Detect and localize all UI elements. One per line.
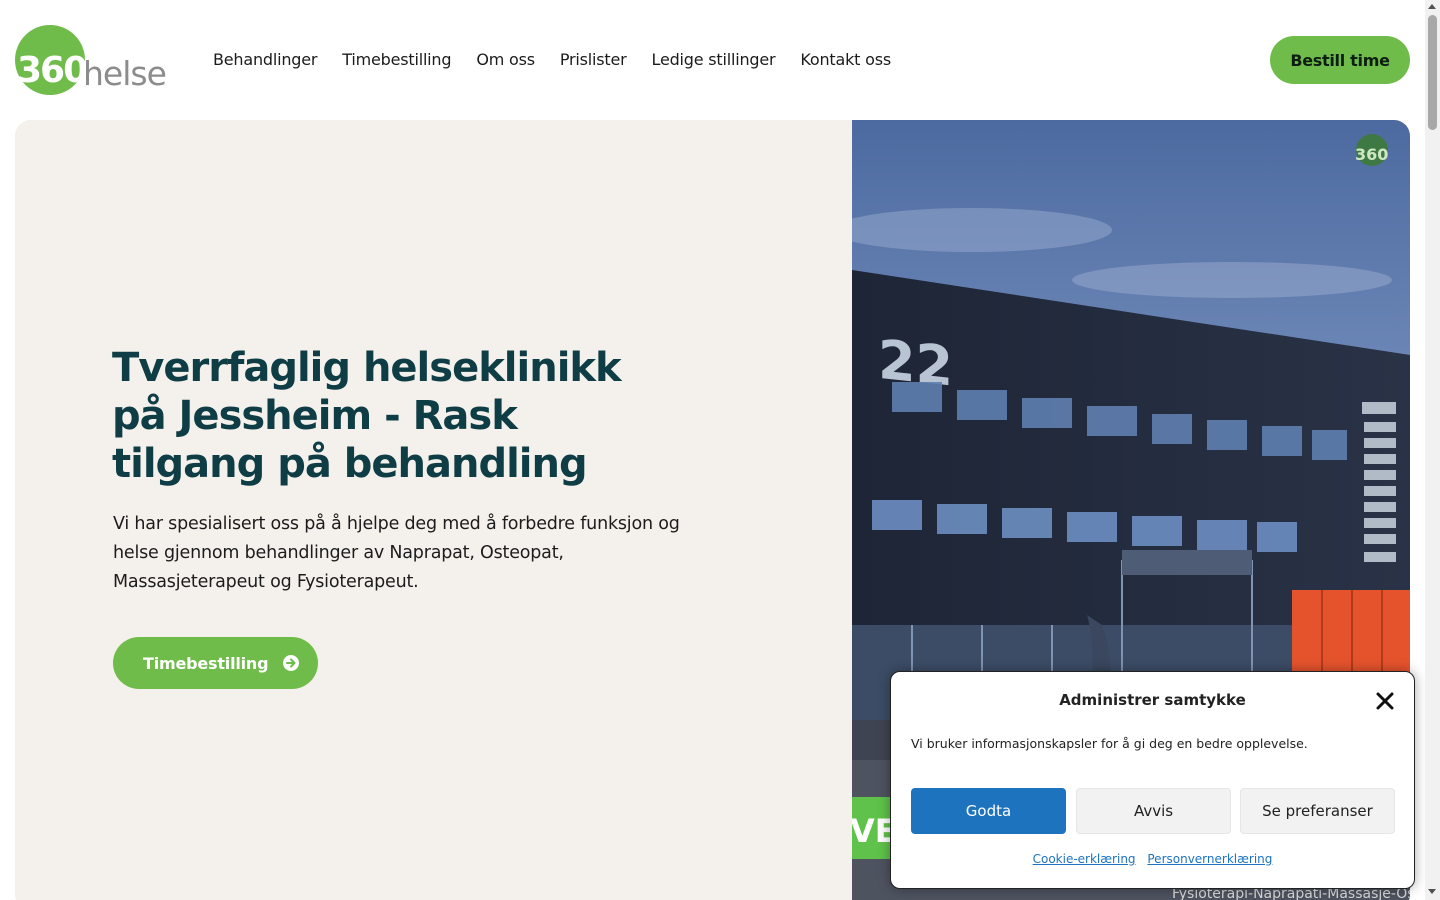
privacy-statement-link[interactable]: Personvernerklæring — [1147, 852, 1272, 866]
main-nav: Behandlinger Timebestilling Om oss Prisl… — [213, 49, 916, 71]
preferences-button[interactable]: Se preferanser — [1240, 788, 1395, 834]
book-appointment-button[interactable]: Bestill time — [1270, 36, 1410, 84]
nav-item-behandlinger[interactable]: Behandlinger — [213, 49, 317, 71]
hero-description: Vi har spesialisert oss på å hjelpe deg … — [113, 514, 680, 592]
deny-button[interactable]: Avvis — [1076, 788, 1231, 834]
nav-item-ledige-stillinger[interactable]: Ledige stillinger — [652, 49, 776, 71]
nav-item-om-oss[interactable]: Om oss — [476, 49, 535, 71]
page-scrollbar[interactable] — [1425, 0, 1440, 900]
arrow-circle-right-icon — [283, 655, 300, 671]
close-icon[interactable] — [1375, 691, 1395, 711]
cookie-message: Vi bruker informasjonskapsler for å gi d… — [911, 736, 1308, 751]
photo-logo-number: 360 — [1355, 145, 1388, 164]
nav-item-kontakt-oss[interactable]: Kontakt oss — [800, 49, 891, 71]
cookie-statement-link[interactable]: Cookie-erklæring — [1033, 852, 1136, 866]
accept-button[interactable]: Godta — [911, 788, 1066, 834]
logo-number: 360 — [17, 50, 87, 91]
timebestilling-button[interactable]: Timebestilling — [113, 637, 318, 689]
hero-title: Tverrfaglig helseklinikk på Jessheim - R… — [112, 345, 622, 487]
scrollbar-thumb[interactable] — [1428, 15, 1437, 130]
cookie-consent-dialog: Administrer samtykke Vi bruker informasj… — [890, 671, 1415, 889]
site-header: 360 helse Behandlinger Timebestilling Om… — [0, 0, 1440, 120]
cookie-title: Administrer samtykke — [1059, 691, 1246, 709]
nav-item-timebestilling[interactable]: Timebestilling — [342, 49, 451, 71]
timebestilling-button-label: Timebestilling — [143, 653, 269, 673]
scroll-up-arrow-icon[interactable] — [1428, 4, 1436, 9]
cookie-links: Cookie-erklæring Personvernerklæring — [891, 852, 1414, 866]
scroll-down-arrow-icon[interactable] — [1428, 889, 1436, 894]
logo[interactable]: 360 helse — [15, 25, 180, 97]
logo-word: helse — [83, 54, 166, 93]
nav-item-prislister[interactable]: Prislister — [560, 49, 627, 71]
hero-content: Tverrfaglig helseklinikk på Jessheim - R… — [15, 120, 852, 900]
